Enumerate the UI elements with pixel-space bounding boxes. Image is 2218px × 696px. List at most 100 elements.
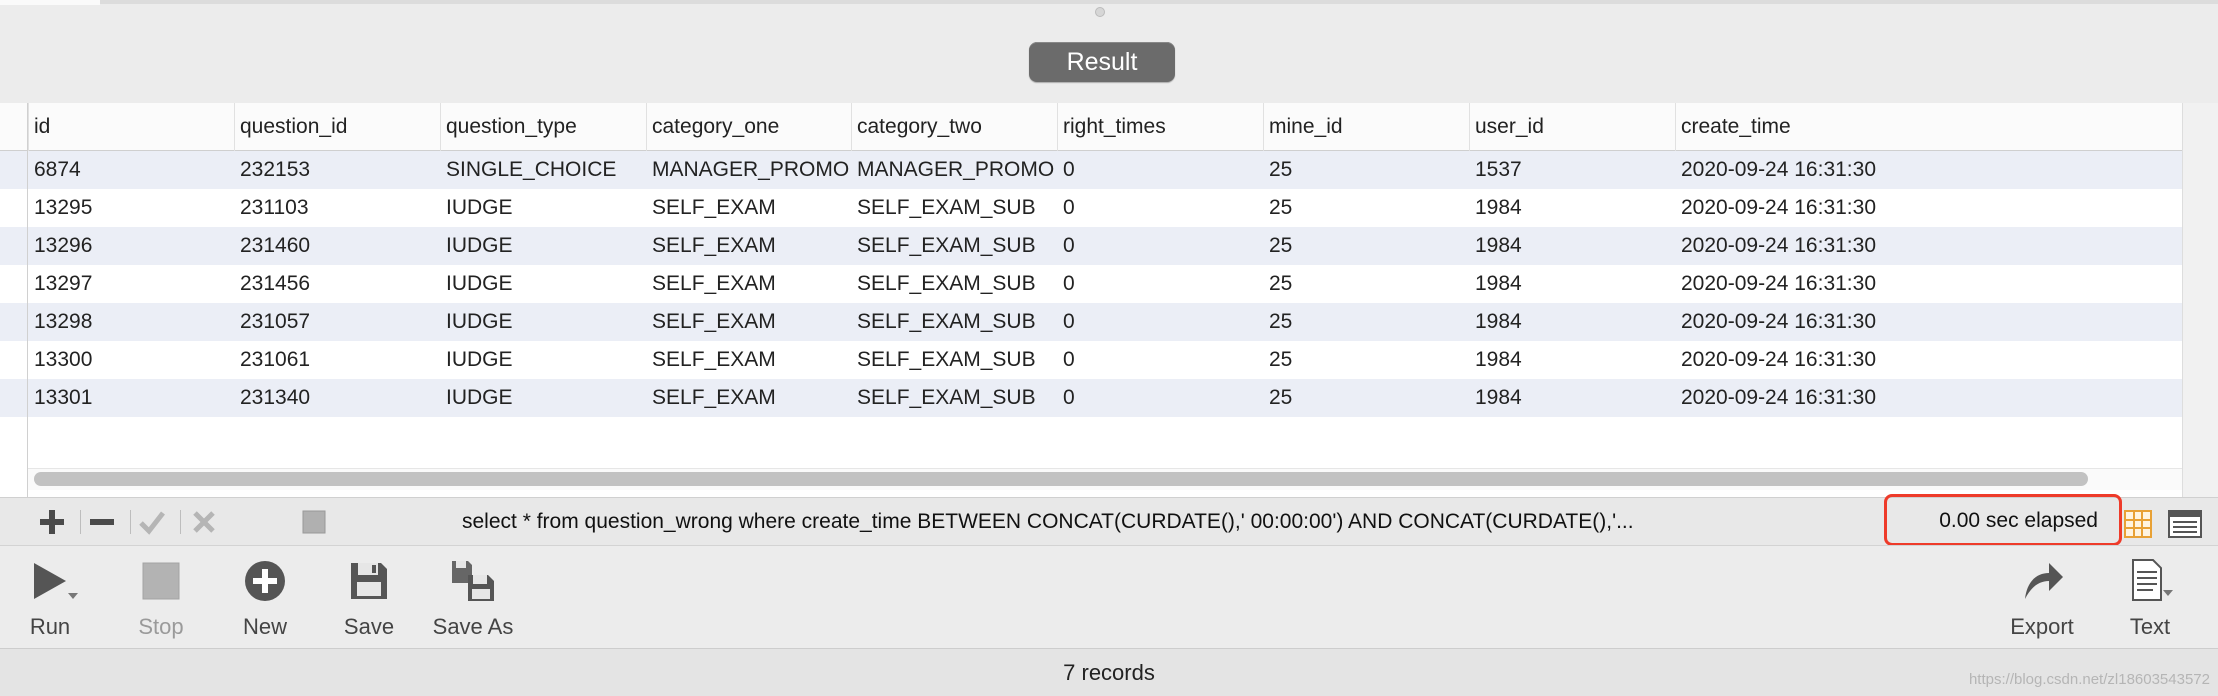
pane-edge-highlight [0, 0, 100, 5]
cell-right-times[interactable]: 0 [1057, 151, 1263, 189]
cell-category-one[interactable]: SELF_EXAM [646, 265, 851, 303]
cell-question-type[interactable]: SINGLE_CHOICE [440, 151, 646, 189]
column-header-right-times[interactable]: right_times [1057, 103, 1263, 151]
cell-create-time[interactable]: 2020-09-24 16:31:30 [1675, 341, 2182, 379]
table-row[interactable]: 13296 231460 IUDGE SELF_EXAM SELF_EXAM_SUB 0 2… [0, 227, 2182, 265]
cell-question-type[interactable]: IUDGE [440, 265, 646, 303]
column-header-question-id[interactable]: question_id [234, 103, 440, 151]
grid-view-button[interactable] [2124, 510, 2152, 538]
plus-icon [40, 510, 64, 534]
column-header-question-type[interactable]: question_type [440, 103, 646, 151]
form-view-button[interactable] [2168, 510, 2202, 538]
discard-changes-button[interactable] [188, 506, 220, 538]
column-header-user-id[interactable]: user_id [1469, 103, 1675, 151]
cell-question-id[interactable]: 231057 [234, 303, 440, 341]
column-header-category-two[interactable]: category_two [851, 103, 1057, 151]
horizontal-scroll-thumb[interactable] [34, 472, 2088, 486]
cell-question-type[interactable]: IUDGE [440, 227, 646, 265]
stop-query-button[interactable] [298, 506, 330, 538]
cell-question-id[interactable]: 231340 [234, 379, 440, 417]
cell-user-id[interactable]: 1984 [1469, 265, 1675, 303]
cell-create-time[interactable]: 2020-09-24 16:31:30 [1675, 265, 2182, 303]
cell-mine-id[interactable]: 25 [1263, 151, 1469, 189]
stop-button[interactable]: Stop [126, 546, 196, 649]
cell-user-id[interactable]: 1984 [1469, 189, 1675, 227]
cell-id[interactable]: 13297 [28, 265, 234, 303]
cell-question-type[interactable]: IUDGE [440, 379, 646, 417]
new-button[interactable]: New [230, 546, 300, 649]
cell-category-one[interactable]: SELF_EXAM [646, 227, 851, 265]
cell-id[interactable]: 13301 [28, 379, 234, 417]
cell-user-id[interactable]: 1984 [1469, 341, 1675, 379]
cell-mine-id[interactable]: 25 [1263, 265, 1469, 303]
table-row[interactable]: 13295 231103 IUDGE SELF_EXAM SELF_EXAM_SUB 0 2… [0, 189, 2182, 227]
cell-right-times[interactable]: 0 [1057, 379, 1263, 417]
table-row[interactable]: 13301 231340 IUDGE SELF_EXAM SELF_EXAM_SUB 0 2… [0, 379, 2182, 417]
cell-id[interactable]: 6874 [28, 151, 234, 189]
cell-question-id[interactable]: 231460 [234, 227, 440, 265]
cell-category-two[interactable]: SELF_EXAM_SUB [851, 227, 1057, 265]
cell-mine-id[interactable]: 25 [1263, 227, 1469, 265]
cell-category-two[interactable]: SELF_EXAM_SUB [851, 341, 1057, 379]
cell-mine-id[interactable]: 25 [1263, 303, 1469, 341]
cell-question-id[interactable]: 231456 [234, 265, 440, 303]
table-row[interactable]: 13298 231057 IUDGE SELF_EXAM SELF_EXAM_SUB 0 2… [0, 303, 2182, 341]
cell-user-id[interactable]: 1984 [1469, 227, 1675, 265]
cell-right-times[interactable]: 0 [1057, 189, 1263, 227]
cell-question-type[interactable]: IUDGE [440, 303, 646, 341]
column-header-category-one[interactable]: category_one [646, 103, 851, 151]
cell-category-two[interactable]: SELF_EXAM_SUB [851, 189, 1057, 227]
cell-create-time[interactable]: 2020-09-24 16:31:30 [1675, 303, 2182, 341]
cell-question-id[interactable]: 231061 [234, 341, 440, 379]
cell-right-times[interactable]: 0 [1057, 303, 1263, 341]
column-header-id[interactable]: id [28, 103, 234, 151]
cell-right-times[interactable]: 0 [1057, 265, 1263, 303]
cell-mine-id[interactable]: 25 [1263, 341, 1469, 379]
cell-question-type[interactable]: IUDGE [440, 189, 646, 227]
cell-category-two[interactable]: SELF_EXAM_SUB [851, 379, 1057, 417]
cell-category-two[interactable]: SELF_EXAM_SUB [851, 303, 1057, 341]
table-row[interactable]: 13297 231456 IUDGE SELF_EXAM SELF_EXAM_SUB 0 2… [0, 265, 2182, 303]
split-handle[interactable] [1095, 7, 1105, 17]
save-as-button[interactable]: Save As [428, 546, 518, 649]
run-button[interactable]: Run [14, 546, 86, 649]
remove-row-button[interactable] [86, 506, 118, 538]
cell-category-one[interactable]: SELF_EXAM [646, 341, 851, 379]
cell-category-one[interactable]: SELF_EXAM [646, 189, 851, 227]
cell-create-time[interactable]: 2020-09-24 16:31:30 [1675, 227, 2182, 265]
cell-question-type[interactable]: IUDGE [440, 341, 646, 379]
column-header-mine-id[interactable]: mine_id [1263, 103, 1469, 151]
elapsed-time: 0.00 sec elapsed [1939, 509, 2098, 532]
export-button[interactable]: Export [1996, 546, 2088, 649]
cell-user-id[interactable]: 1984 [1469, 379, 1675, 417]
cell-id[interactable]: 13300 [28, 341, 234, 379]
cell-mine-id[interactable]: 25 [1263, 379, 1469, 417]
cell-mine-id[interactable]: 25 [1263, 189, 1469, 227]
cell-category-one[interactable]: SELF_EXAM [646, 303, 851, 341]
cell-category-two[interactable]: SELF_EXAM_SUB [851, 265, 1057, 303]
cell-right-times[interactable]: 0 [1057, 341, 1263, 379]
cell-user-id[interactable]: 1537 [1469, 151, 1675, 189]
result-tab-button[interactable]: Result [1029, 42, 1175, 82]
cell-create-time[interactable]: 2020-09-24 16:31:30 [1675, 189, 2182, 227]
add-row-button[interactable] [36, 506, 68, 538]
cell-id[interactable]: 13298 [28, 303, 234, 341]
cell-create-time[interactable]: 2020-09-24 16:31:30 [1675, 151, 2182, 189]
table-row[interactable]: 13300 231061 IUDGE SELF_EXAM SELF_EXAM_SUB 0 2… [0, 341, 2182, 379]
column-header-create-time[interactable]: create_time [1675, 103, 2182, 151]
cell-user-id[interactable]: 1984 [1469, 303, 1675, 341]
cell-category-one[interactable]: MANAGER_PROMO [646, 151, 851, 189]
cell-right-times[interactable]: 0 [1057, 227, 1263, 265]
cell-category-one[interactable]: SELF_EXAM [646, 379, 851, 417]
cell-id[interactable]: 13295 [28, 189, 234, 227]
apply-changes-button[interactable] [136, 506, 168, 538]
cell-question-id[interactable]: 231103 [234, 189, 440, 227]
cell-category-two[interactable]: MANAGER_PROMO [851, 151, 1057, 189]
cell-question-id[interactable]: 232153 [234, 151, 440, 189]
vertical-scroll-track[interactable] [2182, 103, 2218, 497]
table-row[interactable]: 6874 232153 SINGLE_CHOICE MANAGER_PROMO MANA… [0, 151, 2182, 189]
text-format-button[interactable]: Text [2112, 546, 2188, 649]
cell-create-time[interactable]: 2020-09-24 16:31:30 [1675, 379, 2182, 417]
cell-id[interactable]: 13296 [28, 227, 234, 265]
save-button[interactable]: Save [334, 546, 404, 649]
